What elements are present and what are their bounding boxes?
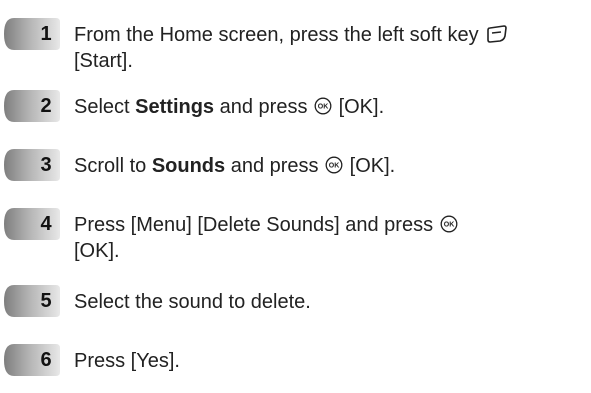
step-text: From the Home screen, press the left sof… — [74, 22, 584, 74]
step-text: Press [Yes]. — [74, 350, 180, 372]
instruction-steps: 1 From the Home screen, press the left s… — [0, 0, 591, 393]
step-number-badge: 6 — [4, 342, 60, 378]
step-text-prefix: Scroll to — [74, 155, 152, 177]
svg-text:OK: OK — [318, 104, 329, 111]
step-text-line2: [OK]. — [74, 240, 120, 262]
step-text-line2: [Start]. — [74, 50, 133, 72]
step-text-line1: From the Home screen, press the left sof… — [74, 24, 479, 46]
ok-key-icon: OK — [314, 97, 332, 115]
step-number: 1 — [40, 23, 52, 45]
step-text-bold: Sounds — [151, 155, 226, 177]
step-text-middle: and press — [214, 96, 308, 118]
ok-key-icon: OK — [325, 156, 343, 174]
step-text-line1: Press [Menu] [Delete Sounds] and press — [74, 214, 434, 236]
step-number-badge: 5 — [4, 283, 60, 319]
step-number-badge: 4 — [4, 206, 60, 242]
step-number-badge: 1 — [4, 16, 60, 52]
ok-key-icon: OK — [440, 215, 458, 233]
step-number-badge: 2 — [4, 88, 60, 124]
step-text: Select Settings and press OK [OK]. — [74, 94, 584, 120]
step-number-badge: 3 — [4, 147, 60, 183]
step-text-suffix: [OK]. — [333, 96, 385, 118]
step-text: Select the sound to delete. — [74, 291, 311, 313]
step-text: Press [Menu] [Delete Sounds] and press O… — [74, 212, 584, 264]
step-number: 2 — [40, 95, 52, 117]
step-number: 6 — [40, 349, 52, 371]
left-soft-key-icon — [487, 25, 507, 43]
step-number: 4 — [40, 213, 52, 235]
svg-text:OK: OK — [329, 163, 340, 170]
step-text-bold: Settings — [135, 96, 215, 118]
step-text-prefix: Select — [74, 96, 136, 118]
svg-text:OK: OK — [443, 222, 454, 229]
step-text: Scroll to Sounds and press OK [OK]. — [74, 153, 584, 179]
step-number: 5 — [40, 290, 52, 312]
step-number: 3 — [40, 154, 52, 176]
step-text-suffix: [OK]. — [344, 155, 396, 177]
step-text-middle: and press — [225, 155, 319, 177]
